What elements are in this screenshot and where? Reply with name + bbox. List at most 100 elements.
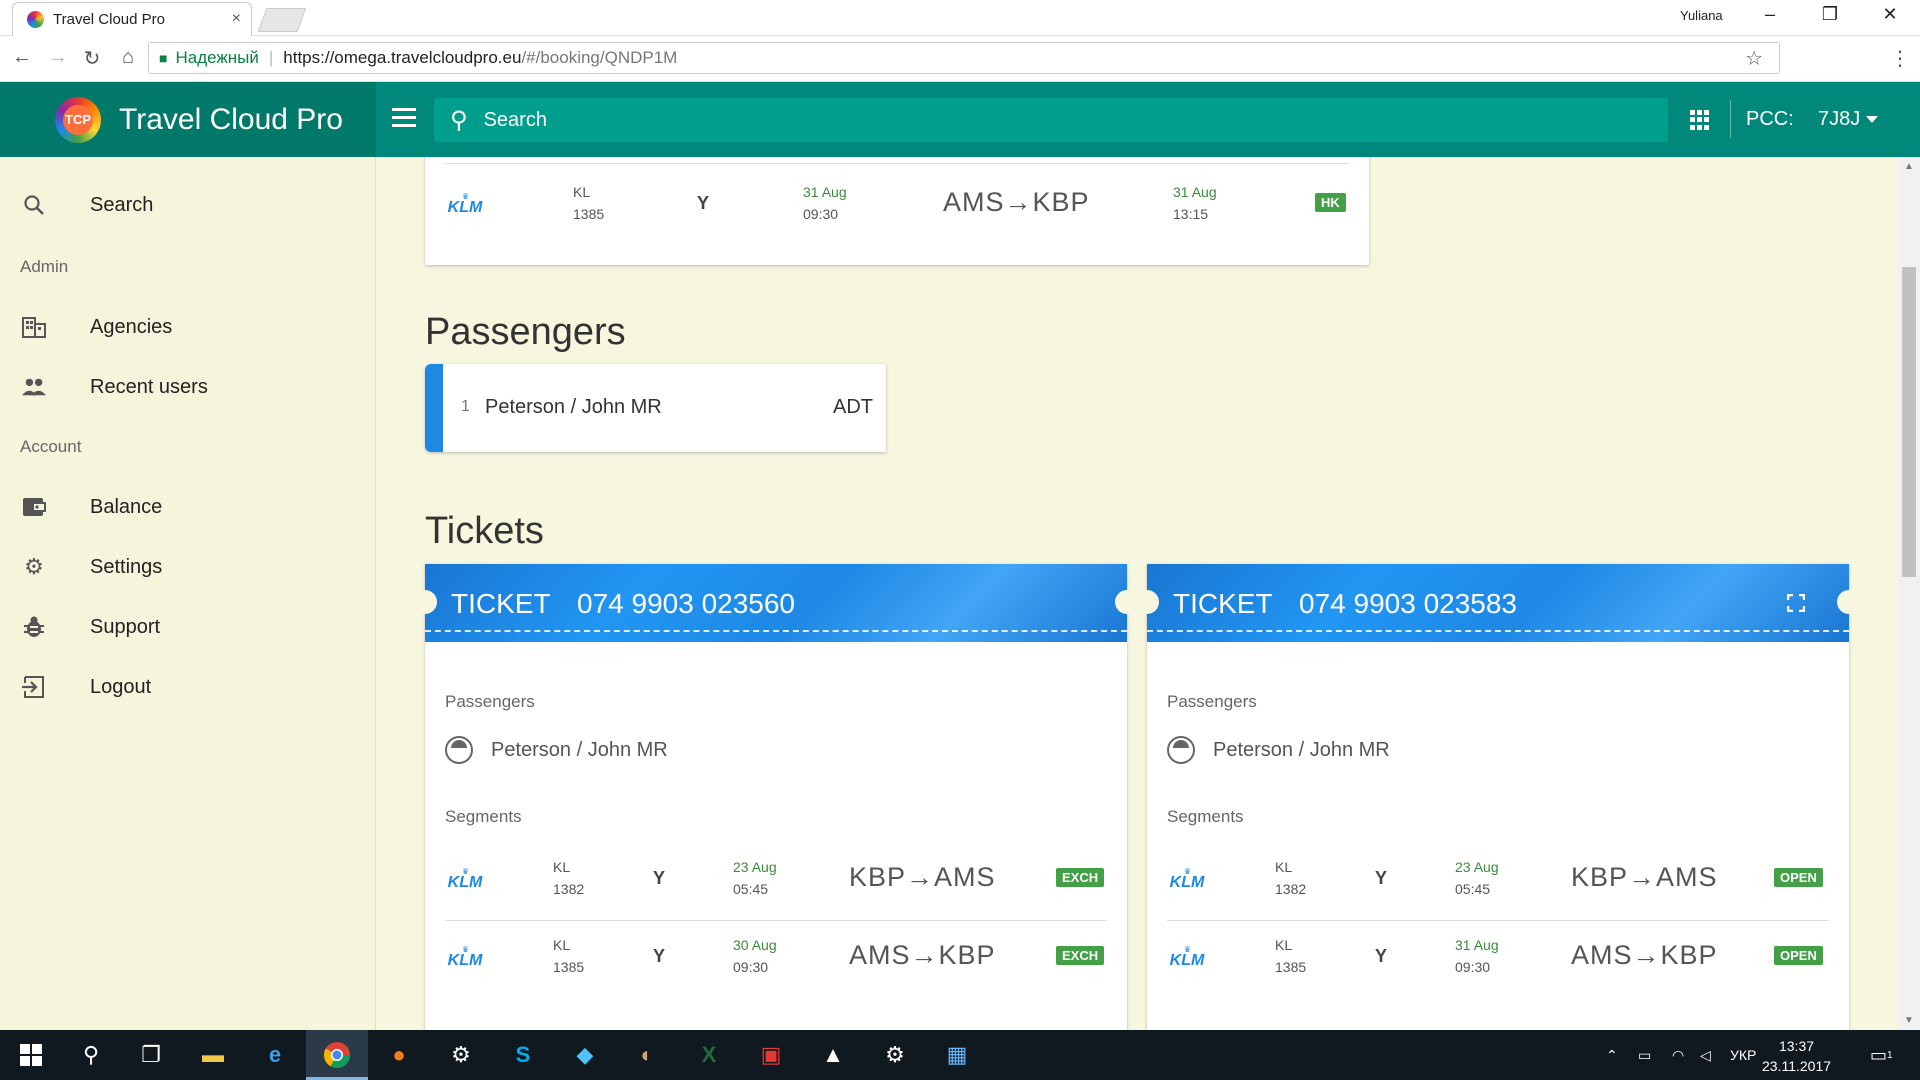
volume-icon[interactable]: ◁ [1700,1030,1711,1080]
app-icon[interactable]: ◆ [568,1038,602,1072]
browser-menu-icon[interactable]: ⋮ [1890,46,1910,71]
sidebar-heading-admin: Admin [20,257,69,276]
flight-number: 1385 [573,206,605,222]
clock-time: 13:37 [1778,1038,1815,1054]
bookmark-star-icon[interactable]: ☆ [1745,46,1763,71]
brand-area[interactable]: TCP Travel Cloud Pro [0,82,376,157]
ticket-segment-row[interactable]: ♛ KLM KL 1382 Y 23 Aug 05:45 KBP→AMS OPEN [1167,846,1829,918]
reload-icon[interactable]: ↻ [78,46,106,71]
paint-icon[interactable]: ◐ [630,1038,664,1072]
face-icon [1167,736,1195,764]
file-explorer-icon[interactable]: ▬ [196,1038,230,1072]
wallet-icon [22,495,46,519]
url-path: /#/booking/QNDP1M [521,48,678,67]
scroll-down-icon[interactable]: ▼ [1904,1015,1914,1026]
hamburger-menu-icon[interactable] [392,108,416,128]
chevron-up-icon[interactable]: ⌃ [1606,1030,1618,1080]
passenger-card[interactable]: 1 Peterson / John MR ADT [425,364,886,452]
booking-class: Y [1375,946,1388,966]
language-indicator[interactable]: УКР [1730,1030,1756,1080]
sidebar: Search Admin Agencies Recent users Accou… [0,157,376,1030]
url-field[interactable]: ■ Надежный | https://omega.travelcloudpr… [148,42,1780,74]
pdf-reader-icon[interactable]: ▣ [754,1038,788,1072]
booking-class: Y [653,868,666,888]
pcc-select[interactable]: 7J8J [1818,108,1860,131]
photos-icon[interactable]: ▲ [816,1038,850,1072]
passengers-label: Passengers [1167,692,1257,711]
klm-logo-icon: ♛ KLM [447,867,483,891]
search-icon[interactable]: ⚲ [74,1038,108,1072]
status-badge: OPEN [1774,868,1823,887]
ticket-notch-left [1135,590,1159,614]
segment-date: 23 Aug [1455,859,1499,875]
windows-start-icon[interactable] [14,1038,48,1072]
notifications-icon[interactable]: ▭ 1 [1870,1030,1893,1080]
firefox-icon[interactable]: ● [382,1038,416,1072]
ticket-segment-row[interactable]: ♛ KLM KL 1385 Y 31 Aug 09:30 AMS→KBP OPEN [1167,924,1829,996]
minimize-icon[interactable]: – [1755,4,1785,25]
tab-close-icon[interactable]: × [232,10,241,28]
segment-date: 31 Aug [1455,937,1499,953]
segment-time: 05:45 [733,881,769,897]
segment-time: 05:45 [1455,881,1491,897]
ticket-label: TICKET [1173,588,1273,619]
home-icon[interactable]: ⌂ [114,46,142,69]
ticket-passenger-name: Peterson / John MR [1213,738,1390,761]
system-clock[interactable]: 13:37 23.11.2017 [1762,1036,1831,1076]
row-divider [1167,920,1829,921]
wifi-icon[interactable]: ◠ [1672,1030,1684,1080]
brand-name: Travel Cloud Pro [119,102,343,136]
sidebar-item-search[interactable]: Search [0,181,376,229]
new-tab-button[interactable] [257,8,307,32]
favicon-icon [27,11,44,28]
sidebar-item-recent-users[interactable]: Recent users [0,363,376,411]
ticket-card: TICKET 074 9903 023560 Passengers Peters… [413,564,1139,1030]
back-icon[interactable]: ← [8,46,36,69]
arrival-date: 31 Aug [1173,184,1217,200]
browser-tab[interactable]: Travel Cloud Pro × [12,2,252,36]
control-panel-icon[interactable]: ▦ [940,1038,974,1072]
sidebar-item-logout[interactable]: Logout [0,663,376,711]
ticket-passenger[interactable]: Peterson / John MR [1167,736,1390,764]
ticket-segment-row[interactable]: ♛ KLM KL 1382 Y 23 Aug 05:45 KBP→AMS EXCH [445,846,1107,918]
scrollbar-thumb[interactable] [1902,267,1916,577]
page-scrollbar[interactable]: ▲ ▼ [1898,157,1920,1030]
scroll-up-icon[interactable]: ▲ [1904,161,1914,172]
forward-icon[interactable]: → [44,46,72,69]
skype-icon[interactable]: S [506,1038,540,1072]
ticket-passenger-name: Peterson / John MR [491,738,668,761]
segment-row[interactable]: ♛ KLM KL 1385 Y 31 Aug 09:30 AMS→KBP 31 A… [425,173,1369,237]
chrome-icon[interactable] [320,1038,354,1072]
sidebar-item-agencies[interactable]: Agencies [0,303,376,351]
booking-class: Y [697,193,710,213]
gear-icon[interactable]: ⚙ [878,1038,912,1072]
sidebar-item-settings[interactable]: ⚙ Settings [0,543,376,591]
fullscreen-icon[interactable] [1787,594,1805,612]
route: AMS→KBP [1571,940,1718,970]
route: KBP→AMS [1571,862,1718,892]
app-window: Travel Cloud Pro × Yuliana – ❐ ✕ ← → ↻ ⌂… [0,0,1920,1080]
flight-number: 1385 [1275,959,1307,975]
edge-browser-icon[interactable]: e [258,1038,292,1072]
departure-time: 09:30 [803,206,839,222]
search-icon [22,193,46,217]
restore-icon[interactable]: ❐ [1815,4,1845,25]
sidebar-item-support[interactable]: Support [0,603,376,651]
status-badge: OPEN [1774,946,1823,965]
ticket-segment-row[interactable]: ♛ KLM KL 1385 Y 30 Aug 09:30 AMS→KBP EXCH [445,924,1107,996]
ticket-passenger[interactable]: Peterson / John MR [445,736,668,764]
search-input[interactable]: ⚲ Search [434,98,1668,142]
apps-grid-icon[interactable] [1690,110,1710,130]
task-view-icon[interactable]: ❐ [134,1038,168,1072]
settings-app-icon[interactable]: ⚙ [444,1038,478,1072]
battery-icon[interactable]: ▭ [1638,1030,1651,1080]
departure-date: 31 Aug [803,184,847,200]
logout-icon [22,675,46,699]
chevron-down-icon[interactable] [1866,116,1878,123]
window-user-name[interactable]: Yuliana [1680,8,1723,23]
sidebar-item-balance[interactable]: Balance [0,483,376,531]
excel-icon[interactable]: X [692,1038,726,1072]
close-window-icon[interactable]: ✕ [1875,4,1905,25]
booking-class: Y [1375,868,1388,888]
flight-number: 1382 [553,881,585,897]
